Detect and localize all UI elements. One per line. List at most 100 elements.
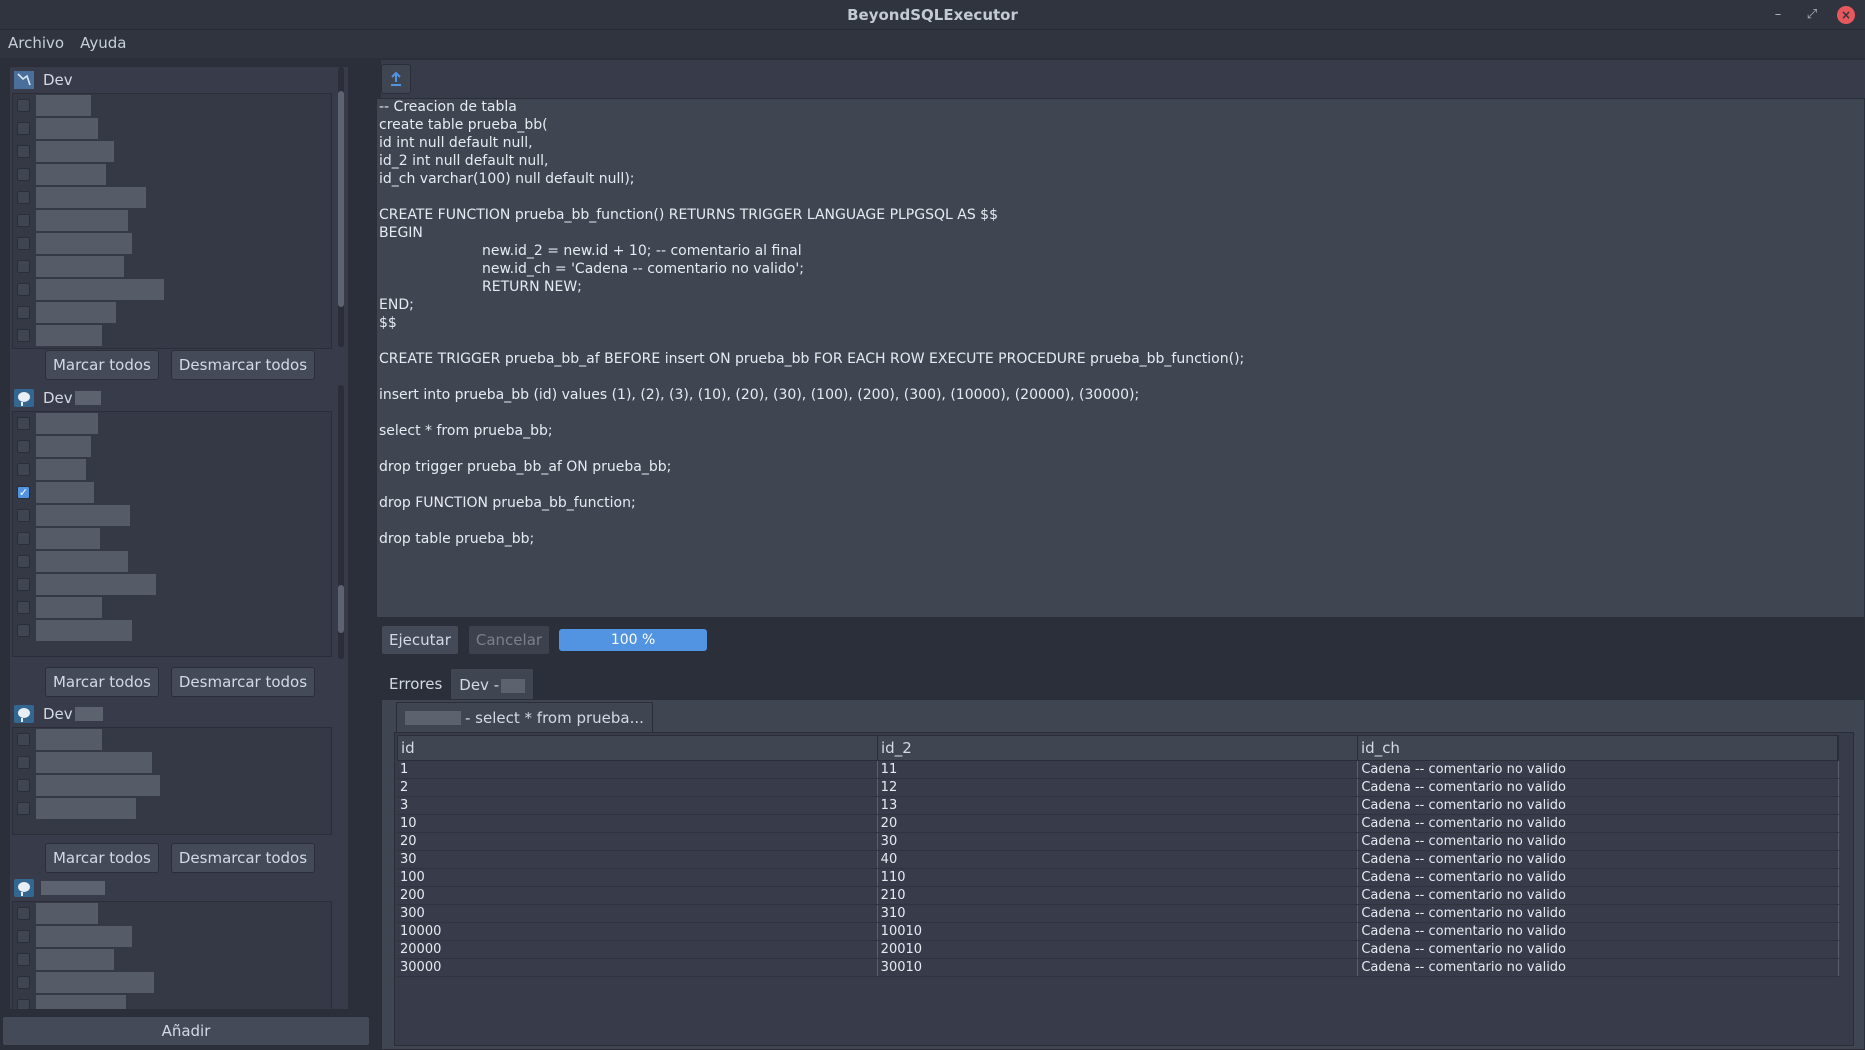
cell[interactable]: Cadena -- comentario no valido <box>1358 869 1840 886</box>
list-item[interactable] <box>13 994 331 1009</box>
cell[interactable]: 11 <box>878 761 1359 778</box>
checkbox[interactable] <box>17 440 30 453</box>
list-item[interactable] <box>13 301 331 324</box>
cell[interactable]: 20010 <box>878 941 1359 958</box>
database-list[interactable] <box>12 93 332 349</box>
checkbox[interactable] <box>17 930 30 943</box>
checkbox[interactable] <box>17 145 30 158</box>
maximize-icon[interactable]: ⤢ <box>1803 6 1821 24</box>
unmark-all-button[interactable]: Desmarcar todos <box>170 843 316 873</box>
list-item[interactable] <box>13 573 331 596</box>
table-row[interactable]: 100 110 Cadena -- comentario no valido <box>397 869 1840 887</box>
cell[interactable]: Cadena -- comentario no valido <box>1358 779 1840 796</box>
cell[interactable]: Cadena -- comentario no valido <box>1358 761 1840 778</box>
checkbox[interactable] <box>17 756 30 769</box>
checkbox[interactable] <box>17 260 30 273</box>
list-item[interactable] <box>13 140 331 163</box>
checkbox[interactable] <box>17 802 30 815</box>
list-item[interactable] <box>13 94 331 117</box>
mark-all-button[interactable]: Marcar todos <box>44 350 159 380</box>
table-row[interactable]: 10 20 Cadena -- comentario no valido <box>397 815 1840 833</box>
database-list[interactable] <box>12 901 332 1009</box>
cell[interactable]: 10000 <box>397 923 878 940</box>
checkbox[interactable] <box>17 463 30 476</box>
checkbox[interactable] <box>17 329 30 342</box>
table-row[interactable]: 300 310 Cadena -- comentario no valido <box>397 905 1840 923</box>
checkbox[interactable] <box>17 578 30 591</box>
checkbox[interactable] <box>17 306 30 319</box>
list-item[interactable] <box>13 925 331 948</box>
cell[interactable]: Cadena -- comentario no valido <box>1358 797 1840 814</box>
tab-errores[interactable]: Errores <box>381 668 450 700</box>
list-item[interactable] <box>13 324 331 347</box>
mark-all-button[interactable]: Marcar todos <box>44 843 159 873</box>
list-item[interactable] <box>13 435 331 458</box>
list-item[interactable] <box>13 751 331 774</box>
column-header[interactable]: id_ch <box>1358 736 1838 760</box>
close-icon[interactable]: × <box>1837 6 1855 24</box>
table-row[interactable]: 30 40 Cadena -- comentario no valido <box>397 851 1840 869</box>
table-row[interactable]: 20 30 Cadena -- comentario no valido <box>397 833 1840 851</box>
run-button[interactable]: Ejecutar <box>381 625 459 655</box>
list-item[interactable] <box>13 619 331 642</box>
cell[interactable]: 10 <box>397 815 878 832</box>
cell[interactable]: 100 <box>397 869 878 886</box>
table-row[interactable]: 1 11 Cadena -- comentario no valido <box>397 761 1840 779</box>
database-list[interactable]: ✓ <box>12 411 332 657</box>
cell[interactable]: 210 <box>878 887 1359 904</box>
checkbox[interactable] <box>17 509 30 522</box>
cell[interactable]: 3 <box>397 797 878 814</box>
table-row[interactable]: 3 13 Cadena -- comentario no valido <box>397 797 1840 815</box>
mark-all-button[interactable]: Marcar todos <box>44 667 159 697</box>
checkbox[interactable] <box>17 555 30 568</box>
checkbox[interactable] <box>17 953 30 966</box>
list-item[interactable] <box>13 797 331 820</box>
cell[interactable]: Cadena -- comentario no valido <box>1358 815 1840 832</box>
cell[interactable]: 200 <box>397 887 878 904</box>
list-item[interactable] <box>13 209 331 232</box>
table-row[interactable]: 2 12 Cadena -- comentario no valido <box>397 779 1840 797</box>
checkbox-checked[interactable]: ✓ <box>17 486 30 499</box>
list-item[interactable]: ✓ <box>13 481 331 504</box>
list-item[interactable] <box>13 232 331 255</box>
cell[interactable]: Cadena -- comentario no valido <box>1358 905 1840 922</box>
list-item[interactable] <box>13 971 331 994</box>
menu-archivo[interactable]: Archivo <box>8 30 64 58</box>
checkbox[interactable] <box>17 532 30 545</box>
cell[interactable]: 310 <box>878 905 1359 922</box>
list-item[interactable] <box>13 412 331 435</box>
cell[interactable]: 20000 <box>397 941 878 958</box>
checkbox[interactable] <box>17 122 30 135</box>
cell[interactable]: Cadena -- comentario no valido <box>1358 959 1840 976</box>
cell[interactable]: Cadena -- comentario no valido <box>1358 923 1840 940</box>
checkbox[interactable] <box>17 999 30 1009</box>
list-item[interactable] <box>13 550 331 573</box>
cell[interactable]: Cadena -- comentario no valido <box>1358 941 1840 958</box>
list-scrollbar[interactable] <box>338 385 344 659</box>
cell[interactable]: 1 <box>397 761 878 778</box>
list-scrollbar[interactable] <box>338 67 344 347</box>
unmark-all-button[interactable]: Desmarcar todos <box>170 667 316 697</box>
checkbox[interactable] <box>17 907 30 920</box>
checkbox[interactable] <box>17 417 30 430</box>
cell[interactable]: 10010 <box>878 923 1359 940</box>
database-list[interactable] <box>12 727 332 835</box>
minimize-icon[interactable]: – <box>1769 6 1787 24</box>
checkbox[interactable] <box>17 779 30 792</box>
cell[interactable]: 30 <box>397 851 878 868</box>
cell[interactable]: 30 <box>878 833 1359 850</box>
upload-icon[interactable] <box>381 64 411 94</box>
cell[interactable]: 30010 <box>878 959 1359 976</box>
column-header[interactable]: id <box>398 736 878 760</box>
list-item[interactable] <box>13 902 331 925</box>
list-item[interactable] <box>13 948 331 971</box>
checkbox[interactable] <box>17 976 30 989</box>
cell[interactable]: Cadena -- comentario no valido <box>1358 887 1840 904</box>
checkbox[interactable] <box>17 283 30 296</box>
checkbox[interactable] <box>17 168 30 181</box>
list-item[interactable] <box>13 504 331 527</box>
cell[interactable]: 20 <box>878 815 1359 832</box>
checkbox[interactable] <box>17 99 30 112</box>
checkbox[interactable] <box>17 624 30 637</box>
cell[interactable]: 12 <box>878 779 1359 796</box>
